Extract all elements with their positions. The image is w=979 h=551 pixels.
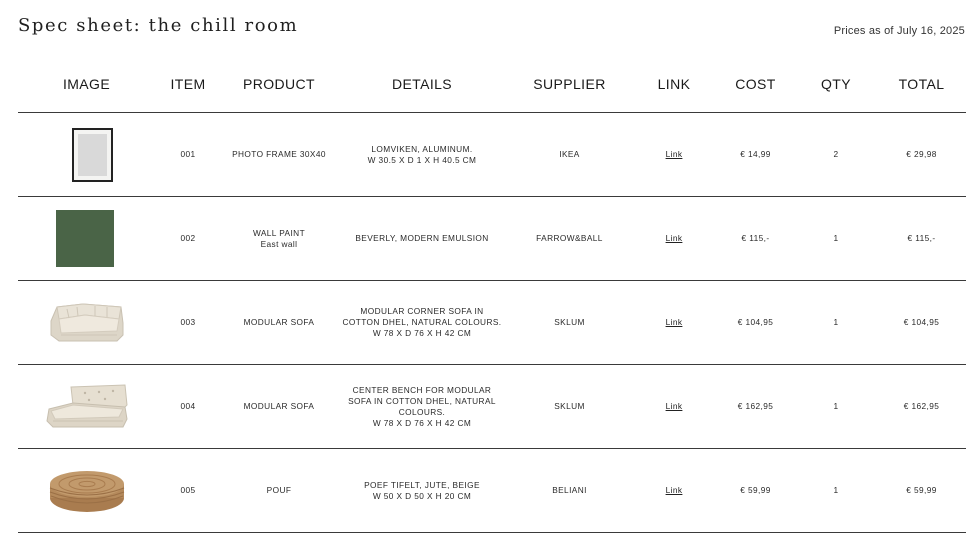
cost-value: € 162,95 [737,401,774,411]
product-image-cell [18,281,155,364]
product-link[interactable]: Link [666,233,683,243]
table-row: 001 PHOTO FRAME 30X40 LOMVIKEN, ALUMINUM… [18,113,966,197]
jute-pouf-image [48,468,126,514]
photo-frame-image [72,127,113,182]
total-value: € 162,95 [903,401,940,411]
details-line: W 30.5 X D 1 X H 40.5 CM [367,154,477,165]
spec-table: IMAGE ITEM PRODUCT DETAILS SUPPLIER LINK… [18,56,966,533]
item-number: 001 [180,149,196,159]
details-line: CENTER BENCH FOR MODULAR [352,384,492,395]
product-details: MODULAR CORNER SOFA IN COTTON DHEL, NATU… [337,306,507,339]
qty-value: 1 [833,485,839,495]
product-details: POEF TIFELT, JUTE, BEIGE W 50 X D 50 X H… [337,480,507,502]
qty-value: 1 [833,233,839,243]
product-name: MODULAR SOFA [243,401,315,411]
header-link: LINK [657,76,691,92]
details-line: W 78 X D 76 X H 42 CM [372,417,472,428]
product-image-cell [18,365,155,448]
total-value: € 59,99 [906,485,937,495]
product-details: CENTER BENCH FOR MODULAR SOFA IN COTTON … [337,385,507,429]
total-value: € 115,- [907,233,936,243]
product-link[interactable]: Link [666,149,683,159]
product-name-cell: WALL PAINT East wall [221,228,337,250]
total-value: € 104,95 [903,317,940,327]
qty-value: 2 [833,149,839,159]
header-cost: COST [735,76,776,92]
product-image-cell [18,197,155,280]
product-image-cell [18,113,155,196]
details-line: W 78 X D 76 X H 42 CM [372,328,472,338]
qty-value: 1 [833,317,839,327]
header-qty: QTY [821,76,851,92]
cost-value: € 14,99 [740,149,771,159]
page-title: Spec sheet: the chill room [18,15,299,36]
supplier-name: FARROW&BALL [536,233,603,243]
product-details: BEVERLY, MODERN EMULSION [355,233,489,243]
details-line: LOMVIKEN, ALUMINUM. [371,143,473,154]
details-line: POEF TIFELT, JUTE, BEIGE [364,479,480,490]
header-total: TOTAL [898,76,945,92]
product-link[interactable]: Link [666,401,683,411]
table-row: 005 POUF POEF TIFELT, JUTE, BEIGE W 50 X… [18,449,966,533]
supplier-name: SKLUM [554,317,585,327]
total-value: € 29,98 [906,149,937,159]
header-details: DETAILS [391,76,453,92]
supplier-name: IKEA [559,149,580,159]
details-line: SOFA IN COTTON DHEL, NATURAL COLOURS. [348,395,496,417]
product-name: MODULAR SOFA [243,317,315,327]
table-row: 002 WALL PAINT East wall BEVERLY, MODERN… [18,197,966,281]
table-row: 004 MODULAR SOFA CENTER BENCH FOR MODULA… [18,365,966,449]
qty-value: 1 [833,401,839,411]
product-name: PHOTO FRAME 30X40 [232,149,326,159]
product-location: East wall [260,238,298,249]
product-image-cell [18,449,155,532]
item-number: 002 [180,233,196,243]
product-link[interactable]: Link [666,485,683,495]
header-image: IMAGE [62,76,111,92]
header-item: ITEM [170,76,206,92]
product-name: WALL PAINT [252,227,306,238]
details-line: W 50 X D 50 X H 20 CM [372,490,472,501]
cost-value: € 104,95 [737,317,774,327]
table-header: IMAGE ITEM PRODUCT DETAILS SUPPLIER LINK… [18,56,966,113]
details-line: MODULAR CORNER SOFA IN [360,306,484,316]
product-link[interactable]: Link [666,317,683,327]
supplier-name: SKLUM [554,401,585,411]
cost-value: € 59,99 [740,485,771,495]
item-number: 005 [180,485,196,495]
header-supplier: SUPPLIER [533,76,606,92]
paint-swatch-image [55,210,114,267]
product-details: LOMVIKEN, ALUMINUM. W 30.5 X D 1 X H 40.… [337,144,507,166]
table-row: 003 MODULAR SOFA MODULAR CORNER SOFA IN … [18,281,966,365]
item-number: 003 [180,317,196,327]
prices-date-note: Prices as of July 16, 2025 [833,25,965,37]
header-product: PRODUCT [242,76,316,92]
supplier-name: BELIANI [552,485,587,495]
corner-sofa-image [47,301,127,345]
cost-value: € 115,- [741,233,770,243]
product-name: POUF [266,485,292,495]
item-number: 004 [180,401,196,411]
details-line: COTTON DHEL, NATURAL COLOURS. [342,317,502,327]
bench-sofa-image [45,383,129,431]
